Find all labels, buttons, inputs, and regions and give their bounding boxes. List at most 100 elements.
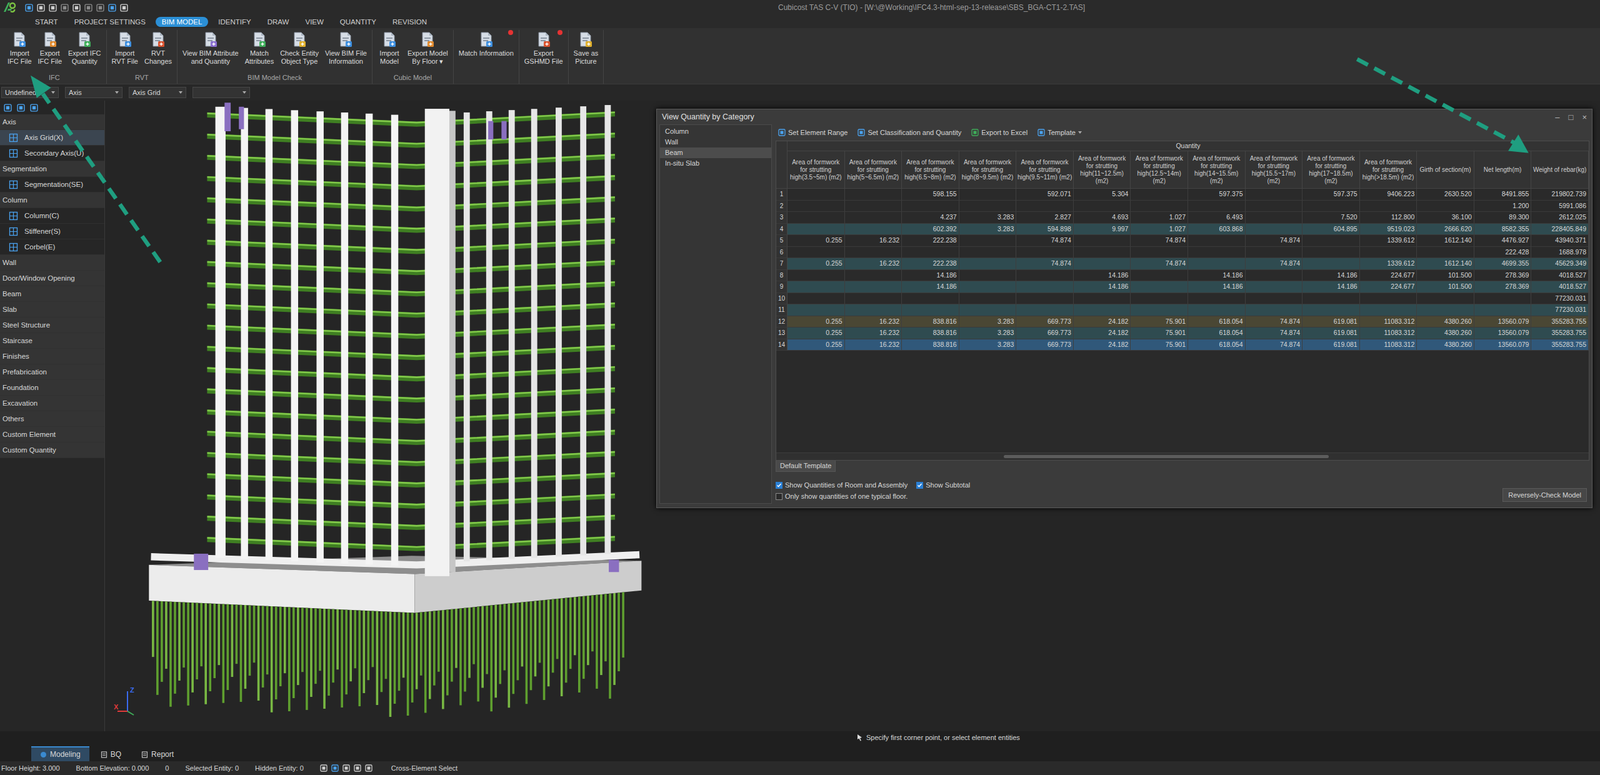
bottom-tab[interactable]: BQ bbox=[91, 746, 130, 762]
table-row[interactable]: 1598.155592.0715.304597.375597.3759406.2… bbox=[776, 188, 1589, 201]
quick-access-icon[interactable] bbox=[48, 3, 57, 12]
sidebar-item[interactable]: Wall bbox=[0, 255, 105, 271]
sidebar-item[interactable]: Custom Quantity bbox=[0, 442, 105, 459]
category-item[interactable]: Wall bbox=[660, 136, 772, 148]
sidebar-item[interactable]: Column(C) bbox=[0, 208, 105, 224]
ribbon-button[interactable]: ImportRVT File bbox=[110, 30, 140, 67]
menu-tab[interactable]: REVISION bbox=[386, 16, 434, 27]
sidebar-item[interactable]: Prefabrication bbox=[0, 364, 105, 380]
table-row[interactable]: 4602.3923.283594.8989.9971.027603.868604… bbox=[776, 223, 1589, 236]
quick-access-icon[interactable] bbox=[60, 3, 69, 12]
checkbox-option[interactable]: Show Subtotal bbox=[916, 481, 970, 489]
checkbox[interactable] bbox=[775, 481, 783, 489]
sidebar-item[interactable]: Stiffener(S) bbox=[0, 223, 105, 240]
dropdown[interactable] bbox=[192, 86, 250, 99]
quick-access-icon[interactable] bbox=[72, 3, 81, 12]
quick-access-icon[interactable] bbox=[25, 3, 34, 12]
table-row[interactable]: 21.2005991.086 bbox=[776, 200, 1589, 213]
sidebar-item[interactable]: Finishes bbox=[0, 348, 105, 365]
column-header[interactable]: Area of formwork for strutting high(8~9.… bbox=[959, 151, 1017, 189]
sidebar-item[interactable]: Door/Window Opening bbox=[0, 270, 105, 287]
snap-tool-icon[interactable] bbox=[365, 764, 373, 772]
ribbon-button[interactable]: Check EntityObject Type bbox=[278, 30, 321, 67]
ribbon-button[interactable]: Save asPicture bbox=[571, 30, 601, 67]
quick-access-icon[interactable] bbox=[108, 3, 117, 12]
category-item[interactable]: In-situ Slab bbox=[660, 158, 772, 169]
ribbon-button[interactable]: Export IFCQuantity bbox=[66, 30, 104, 67]
window-control[interactable]: × bbox=[1581, 112, 1587, 122]
sidebar-item[interactable]: Excavation bbox=[0, 395, 105, 412]
menu-tab[interactable]: PROJECT SETTINGS bbox=[68, 16, 152, 27]
select-mode[interactable]: Cross-Element Select bbox=[388, 764, 458, 772]
sidebar-item[interactable]: Slab bbox=[0, 301, 105, 318]
scrollbar-thumb[interactable] bbox=[1003, 455, 1329, 459]
category-item[interactable]: Beam bbox=[660, 147, 772, 159]
menu-tab[interactable]: IDENTIFY bbox=[211, 16, 257, 27]
sidebar-item[interactable]: Axis Grid(X) bbox=[0, 130, 105, 146]
table-row[interactable]: 120.25516.232838.8163.283669.77324.18275… bbox=[776, 316, 1589, 329]
dropdown[interactable]: Undefined bbox=[1, 86, 59, 99]
snap-tool-icon[interactable] bbox=[320, 764, 328, 772]
column-header[interactable]: Area of formwork for strutting high(3.5~… bbox=[787, 151, 845, 189]
column-header[interactable]: Net length(m) bbox=[1474, 151, 1532, 189]
table-row[interactable]: 140.25516.232838.8163.283669.77324.18275… bbox=[776, 339, 1589, 352]
toolbar-button[interactable]: Export to Excel bbox=[971, 128, 1028, 137]
bottom-tab[interactable]: Modeling bbox=[31, 746, 90, 762]
template-tab[interactable]: Default Template bbox=[775, 460, 836, 472]
ribbon-button[interactable]: Export ModelBy Floor ▾ bbox=[405, 30, 450, 67]
ribbon-button[interactable]: ImportIFC File bbox=[5, 30, 34, 67]
sidebar-item[interactable]: Staircase bbox=[0, 333, 105, 349]
menu-tab[interactable]: START bbox=[28, 16, 65, 27]
ribbon-button[interactable]: View BIM FileInformation bbox=[323, 30, 369, 67]
quick-access-icon[interactable] bbox=[96, 3, 105, 12]
ribbon-button[interactable]: Match Information bbox=[456, 30, 516, 59]
snap-tool-icon[interactable] bbox=[353, 764, 362, 772]
sidebar-item[interactable]: Column bbox=[0, 192, 105, 209]
quick-access-icon[interactable] bbox=[120, 3, 129, 12]
column-header[interactable]: Area of formwork for strutting high(14~1… bbox=[1188, 151, 1246, 189]
toolbar-button[interactable]: Template bbox=[1037, 128, 1082, 137]
sidebar-item[interactable]: Secondary Axis(U) bbox=[0, 145, 105, 162]
table-row[interactable]: 6222.4281688.978 bbox=[776, 246, 1589, 259]
column-header[interactable]: Girth of section(m) bbox=[1416, 151, 1475, 189]
ribbon-button[interactable]: ExportIFC File bbox=[36, 30, 65, 67]
column-header[interactable]: Area of formwork for strutting high(9.5~… bbox=[1016, 151, 1074, 189]
column-header[interactable]: Area of formwork for strutting high(17~1… bbox=[1302, 151, 1360, 189]
menu-tab[interactable]: VIEW bbox=[298, 16, 330, 27]
column-header[interactable]: Weight of rebar(kg) bbox=[1531, 151, 1589, 189]
dropdown[interactable]: Axis bbox=[65, 86, 123, 99]
category-item[interactable]: Column bbox=[660, 126, 772, 137]
sidebar-item[interactable]: Foundation bbox=[0, 380, 105, 396]
window-control[interactable]: – bbox=[1555, 112, 1560, 122]
table-row[interactable]: 70.25516.232222.23874.87474.87474.874133… bbox=[776, 258, 1589, 270]
table-row[interactable]: 1077230.031 bbox=[776, 293, 1589, 305]
table-row[interactable]: 814.18614.18614.18614.186224.677101.5002… bbox=[776, 270, 1589, 282]
checkbox-option[interactable]: Show Quantities of Room and Assembly bbox=[775, 481, 908, 489]
window-control[interactable]: □ bbox=[1568, 112, 1574, 122]
sidebar-item[interactable]: Custom Element bbox=[0, 426, 105, 443]
table-row[interactable]: 34.2373.2832.8274.6931.0276.4937.520112.… bbox=[776, 211, 1589, 224]
quick-access-icon[interactable] bbox=[84, 3, 93, 12]
reverse-check-button[interactable]: Reversely-Check Model bbox=[1502, 488, 1587, 502]
table-row[interactable]: 1177230.031 bbox=[776, 304, 1589, 317]
ribbon-button[interactable]: View BIM Attributeand Quantity bbox=[180, 30, 241, 67]
snap-tool-icon[interactable] bbox=[331, 764, 339, 772]
column-header[interactable]: Area of formwork for strutting high(15.5… bbox=[1245, 151, 1304, 189]
column-header[interactable]: Area of formwork for strutting high(5~6.… bbox=[845, 151, 903, 189]
toolbar-button[interactable]: Set Element Range bbox=[778, 128, 848, 137]
menu-tab[interactable]: QUANTITY bbox=[333, 16, 383, 27]
bottom-tab[interactable]: Report bbox=[132, 746, 183, 762]
sidebar-item[interactable]: Beam bbox=[0, 286, 105, 302]
column-header[interactable]: Area of formwork for strutting high(>18.… bbox=[1360, 151, 1418, 189]
ribbon-button[interactable]: ExportGSHMD File bbox=[522, 30, 565, 67]
dropdown[interactable]: Axis Grid bbox=[128, 86, 187, 99]
sidebar-item[interactable]: Segmentation bbox=[0, 161, 105, 177]
sidebar-item[interactable]: Others bbox=[0, 411, 105, 427]
ribbon-button[interactable]: ImportModel bbox=[375, 30, 404, 67]
quick-access-icon[interactable] bbox=[36, 3, 45, 12]
sidebar-item[interactable]: Segmentation(SE) bbox=[0, 176, 105, 193]
checkbox[interactable] bbox=[916, 481, 924, 489]
snap-tool-icon[interactable] bbox=[342, 764, 350, 772]
column-header[interactable]: Area of formwork for strutting high(12.5… bbox=[1130, 151, 1189, 189]
horizontal-scrollbar[interactable] bbox=[776, 452, 1589, 460]
